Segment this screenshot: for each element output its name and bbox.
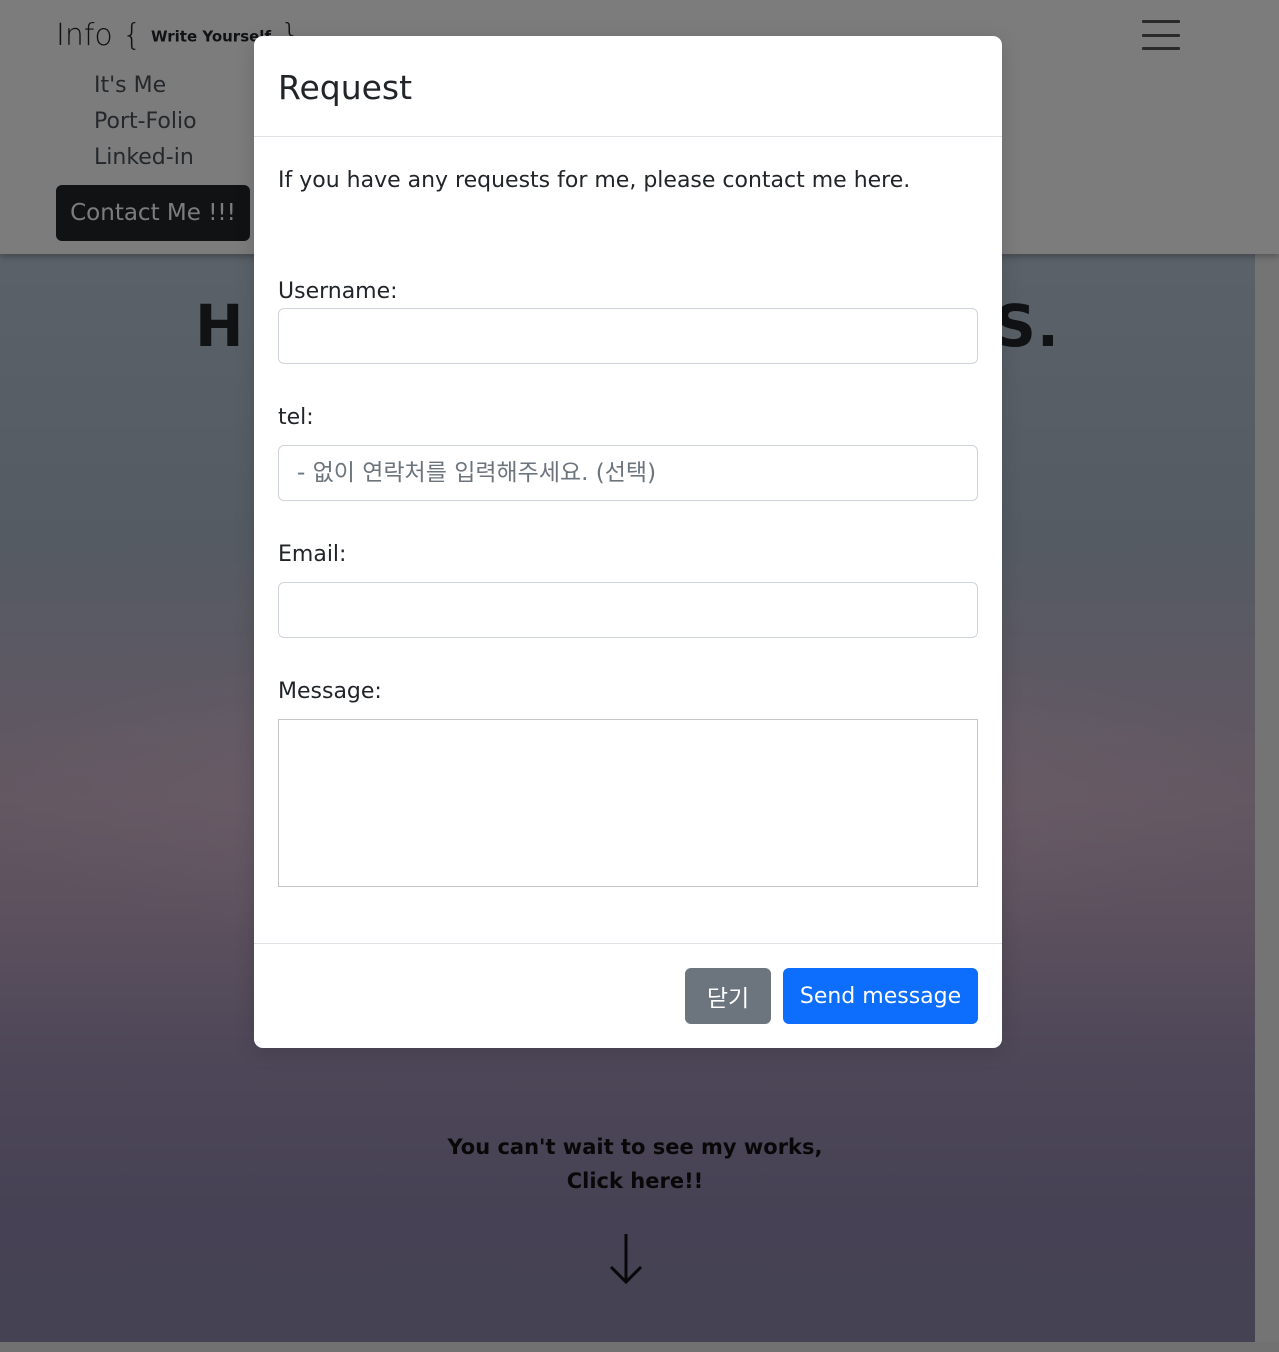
message-textarea[interactable] xyxy=(278,719,978,887)
modal-title: Request xyxy=(278,68,413,107)
modal-header: Request xyxy=(254,36,1002,137)
email-label: Email: xyxy=(278,542,347,567)
username-label: Username: xyxy=(278,279,398,304)
username-input[interactable] xyxy=(278,308,978,364)
close-button[interactable]: 닫기 xyxy=(685,968,771,1024)
request-modal: Request If you have any requests for me,… xyxy=(254,36,1002,1048)
tel-label: tel: xyxy=(278,405,314,430)
email-input[interactable] xyxy=(278,582,978,638)
tel-input[interactable] xyxy=(278,445,978,501)
message-label: Message: xyxy=(278,679,382,704)
modal-footer: 닫기 Send message xyxy=(254,943,1002,1048)
modal-description: If you have any requests for me, please … xyxy=(278,168,911,193)
send-message-button[interactable]: Send message xyxy=(783,968,978,1024)
